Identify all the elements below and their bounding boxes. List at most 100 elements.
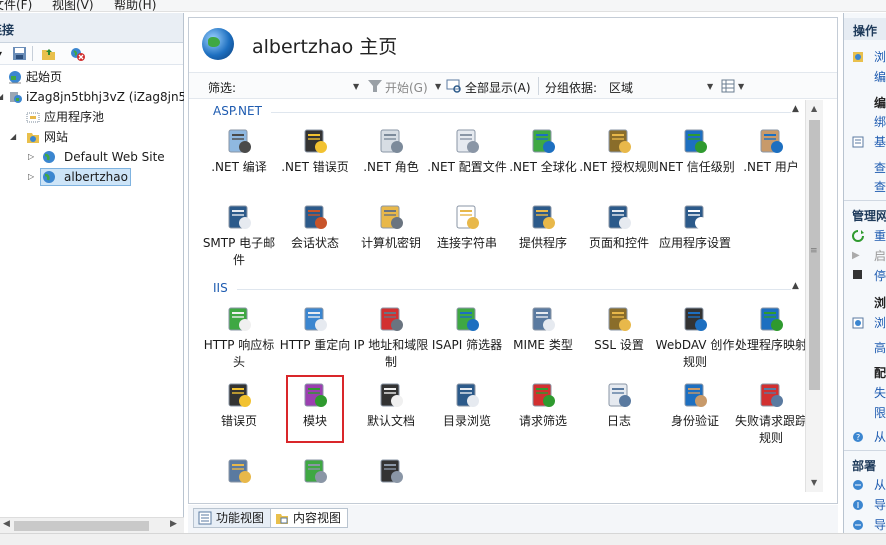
action-browse[interactable]: 浏 [874, 48, 886, 65]
tree-item-sites[interactable]: ◢ 网站 [10, 128, 160, 146]
feature-tile[interactable]: IP 地址和域限制 [354, 300, 428, 374]
restart-icon [852, 230, 864, 242]
feature-tile[interactable]: 处理程序映射 [735, 300, 807, 374]
filter-separator [538, 77, 539, 95]
feature-tile[interactable]: .NET 授权规则 [579, 122, 659, 196]
action-browse-link[interactable]: 浏 [874, 314, 886, 331]
go-button[interactable]: 开始(G) [385, 79, 428, 96]
action-export-2[interactable]: 导 [874, 516, 886, 533]
action-edit[interactable]: 编 [874, 68, 886, 85]
funnel-icon[interactable] [368, 80, 382, 92]
tree-item-start-page[interactable]: 起始页 [8, 68, 178, 86]
group-header-aspnet[interactable]: ASP.NET [213, 104, 262, 118]
feature-tile[interactable]: .NET 信任级别 [655, 122, 735, 196]
menu-file[interactable]: 文件(F) [0, 0, 32, 11]
filter-dropdown-icon[interactable]: ▼ [353, 82, 359, 91]
action-bindings[interactable]: 绑 [874, 113, 886, 130]
tab-features-view[interactable]: 功能视图 [193, 508, 272, 528]
smtp-email-icon [224, 202, 254, 232]
feature-tile[interactable]: 计算机密钥 [355, 198, 427, 272]
expanded-arrow-icon[interactable]: ◢ [10, 128, 16, 146]
scroll-right-arrow-icon[interactable]: ▶ [170, 519, 177, 529]
collapse-group-icon[interactable]: ▲ [792, 281, 799, 291]
action-view-dirs[interactable]: 查 [874, 178, 886, 195]
feature-tile[interactable]: 默认文档 [355, 376, 427, 450]
collapsed-arrow-icon[interactable]: ▷ [28, 148, 34, 166]
tab-content-view[interactable]: 内容视图 [270, 508, 349, 528]
feature-tile[interactable] [279, 452, 351, 492]
feature-tile[interactable]: 身份验证 [659, 376, 731, 450]
vertical-scrollbar[interactable]: ▲ ≡ ▼ [805, 100, 823, 492]
action-from[interactable]: 从 [874, 428, 886, 445]
action-export-1[interactable]: 导 [874, 496, 886, 513]
feature-tile[interactable]: SMTP 电子邮件 [203, 198, 275, 272]
show-all-icon[interactable] [446, 79, 462, 93]
show-all-button[interactable]: 全部显示(A) [465, 79, 531, 96]
filter-input[interactable] [243, 76, 361, 96]
action-view-apps[interactable]: 查 [874, 159, 886, 176]
horizontal-scrollbar[interactable]: ◀ ▶ [0, 517, 184, 533]
tree-item-app-pools[interactable]: 应用程序池 [26, 108, 176, 126]
feature-tile[interactable]: 失败请求跟踪规则 [735, 376, 807, 450]
feature-label: IP 地址和域限制 [353, 338, 429, 369]
action-restart[interactable]: 重 [874, 227, 886, 244]
feature-tile[interactable]: HTTP 重定向 [279, 300, 351, 374]
feature-tile[interactable]: 目录浏览 [431, 376, 503, 450]
go-dropdown-icon[interactable]: ▼ [435, 82, 441, 91]
feature-tile[interactable]: .NET 配置文件 [427, 122, 507, 196]
feature-tile[interactable]: 页面和控件 [583, 198, 655, 272]
connections-toolbar: ▾ [0, 43, 183, 65]
group-by-dropdown-icon[interactable]: ▼ [707, 82, 713, 91]
group-header-iis[interactable]: IIS [213, 281, 228, 295]
tree-item-server[interactable]: ◢ iZag8jn5tbhj3vZ (iZag8jn5tbhj3vZ\Admin… [0, 88, 184, 106]
expanded-arrow-icon[interactable]: ◢ [0, 88, 3, 106]
feature-tile[interactable]: .NET 用户 [735, 122, 807, 196]
menu-help[interactable]: 帮助(H) [114, 0, 156, 11]
collapsed-arrow-icon[interactable]: ▷ [28, 168, 34, 186]
feature-tile[interactable]: 错误页 [203, 376, 275, 450]
feature-tile[interactable]: 应用程序设置 [659, 198, 731, 272]
menu-view[interactable]: 视图(V) [52, 0, 94, 11]
feature-tile[interactable]: 会话状态 [279, 198, 351, 272]
tree-item-default-site[interactable]: ▷ Default Web Site [28, 148, 178, 166]
authentication-icon [680, 380, 710, 410]
feature-tile[interactable]: .NET 全球化 [507, 122, 579, 196]
action-limits[interactable]: 限 [874, 404, 886, 421]
feature-tile[interactable]: .NET 角色 [355, 122, 427, 196]
feature-tile[interactable]: WebDAV 创作规则 [656, 300, 734, 374]
scroll-up-arrow-icon[interactable]: ▲ [811, 104, 817, 113]
up-folder-icon[interactable] [41, 46, 56, 61]
collapse-group-icon[interactable]: ▲ [792, 104, 799, 114]
action-start[interactable]: 启 [874, 247, 886, 264]
net-users-icon [756, 126, 786, 156]
action-advanced-settings[interactable]: 高 [874, 339, 886, 356]
tree-item-selected-site[interactable]: ▷ albertzhao [28, 168, 138, 186]
scrollbar-thumb[interactable] [14, 521, 149, 531]
group-by-select[interactable]: 区域 [609, 79, 633, 96]
feature-tile[interactable]: ISAPI 筛选器 [431, 300, 503, 374]
action-import[interactable]: 从 [874, 476, 886, 493]
action-failed-request[interactable]: 失 [874, 384, 886, 401]
view-mode-dropdown-icon[interactable]: ▼ [738, 82, 744, 91]
disconnect-icon[interactable] [70, 46, 85, 61]
feature-tile[interactable]: SSL 设置 [583, 300, 655, 374]
action-basic-settings[interactable]: 基 [874, 133, 886, 150]
feature-tile[interactable] [203, 452, 275, 492]
feature-tile[interactable]: .NET 编译 [203, 122, 275, 196]
feature-tile[interactable]: MIME 类型 [507, 300, 579, 374]
feature-tile[interactable]: 模块 [286, 375, 344, 443]
feature-tile[interactable]: HTTP 响应标头 [203, 300, 275, 374]
save-icon[interactable] [12, 46, 27, 61]
start-icon: ▶ [852, 250, 860, 261]
action-stop[interactable]: 停 [874, 267, 886, 284]
feature-tile[interactable]: 连接字符串 [431, 198, 503, 272]
view-mode-icon[interactable] [721, 79, 735, 93]
actions-header: 操作 [844, 18, 886, 40]
feature-tile[interactable]: .NET 错误页 [279, 122, 351, 196]
feature-tile[interactable]: 提供程序 [507, 198, 579, 272]
scroll-left-arrow-icon[interactable]: ◀ [3, 519, 10, 529]
feature-tile[interactable]: 请求筛选 [507, 376, 579, 450]
feature-tile[interactable]: 日志 [583, 376, 655, 450]
scroll-down-arrow-icon[interactable]: ▼ [811, 478, 817, 487]
feature-tile[interactable] [355, 452, 427, 492]
